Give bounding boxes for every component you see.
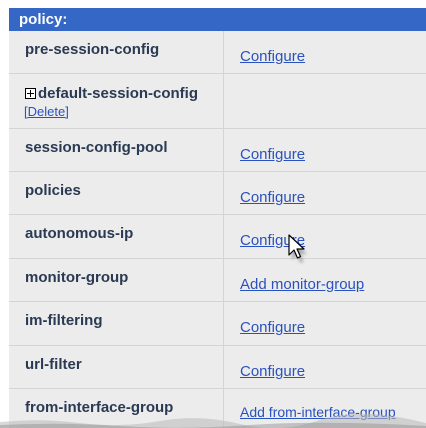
row-name: im-filtering	[9, 302, 224, 345]
row-name: from-interface-group	[9, 389, 224, 428]
row-name: monitor-group	[9, 259, 224, 301]
table-row: policies Configure	[9, 172, 426, 215]
add-from-interface-group-link[interactable]: Add from-interface-group	[240, 404, 396, 420]
row-name: session-config-pool	[9, 129, 224, 171]
table-row: session-config-pool Configure	[9, 129, 426, 172]
add-monitor-group-link[interactable]: Add monitor-group	[240, 276, 364, 293]
table-row: autonomous-ip Configure	[9, 215, 426, 259]
table-row: from-interface-group Add from-interface-…	[9, 389, 426, 428]
delete-link[interactable]: [Delete]	[24, 104, 223, 119]
configure-link[interactable]: Configure	[240, 48, 305, 65]
row-name: pre-session-config	[9, 31, 224, 73]
table-row: monitor-group Add monitor-group	[9, 259, 426, 302]
table-row: url-filter Configure	[9, 346, 426, 389]
row-name: default-session-config	[38, 85, 199, 102]
plus-box-icon[interactable]	[25, 88, 36, 99]
panel-title: policy:	[9, 8, 426, 31]
configure-link[interactable]: Configure	[240, 363, 305, 380]
row-name: autonomous-ip	[9, 215, 224, 258]
table-row: default-session-config [Delete]	[9, 74, 426, 129]
table-row: im-filtering Configure	[9, 302, 426, 346]
configure-link[interactable]: Configure	[240, 319, 305, 336]
row-name: policies	[9, 172, 224, 214]
configure-link[interactable]: Configure	[240, 146, 305, 163]
policy-panel: policy: pre-session-config Configure def…	[9, 8, 426, 428]
row-name: url-filter	[9, 346, 224, 388]
table-row: pre-session-config Configure	[9, 31, 426, 74]
configure-link[interactable]: Configure	[240, 232, 305, 249]
configure-link[interactable]: Configure	[240, 189, 305, 206]
